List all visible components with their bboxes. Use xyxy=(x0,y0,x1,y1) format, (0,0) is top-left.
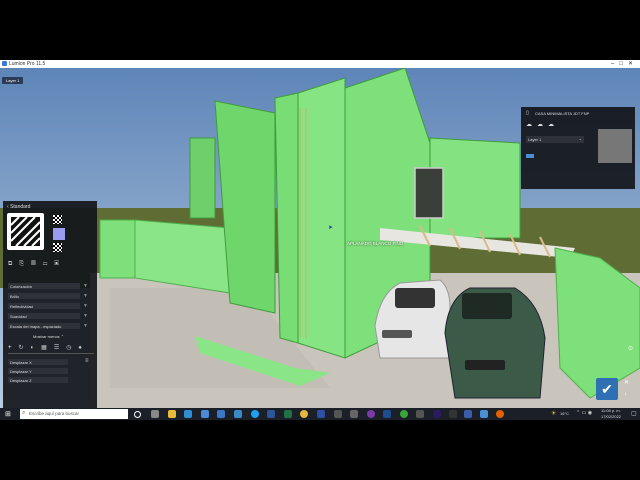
window-opening xyxy=(414,167,444,219)
normal-map-icon[interactable] xyxy=(53,243,62,252)
app-icon[interactable] xyxy=(334,410,342,418)
weather-icon[interactable]: ☀ xyxy=(551,410,556,417)
reset-icon[interactable]: ▼ xyxy=(83,303,88,309)
word-icon[interactable] xyxy=(267,410,275,418)
export-icon[interactable]: ☁ xyxy=(537,122,548,128)
notifications-icon[interactable]: ▢ xyxy=(631,410,637,417)
thumbnail-preview[interactable] xyxy=(598,129,632,163)
file-explorer-icon[interactable] xyxy=(168,410,176,418)
search-icon: ⌕ xyxy=(22,410,26,416)
app-icon[interactable] xyxy=(367,410,375,418)
premiere-icon[interactable] xyxy=(433,410,441,418)
weather-temp[interactable]: 16°C xyxy=(560,411,569,416)
folder-icon[interactable]: ▭ xyxy=(43,261,55,267)
material-panel-header[interactable]: ‹ Standard xyxy=(7,204,30,210)
sync-icon[interactable]: ☁ xyxy=(548,122,559,128)
clock-date[interactable]: 17/02/2022 xyxy=(601,414,621,419)
reset-icon[interactable]: ▼ xyxy=(83,323,88,329)
search-input[interactable]: Escribe aquí para buscar xyxy=(20,409,128,419)
revit-icon[interactable] xyxy=(464,410,472,418)
maximize-icon[interactable]: □ xyxy=(619,61,628,67)
reset-icon[interactable]: ▼ xyxy=(83,283,88,289)
window-controls[interactable]: –□✕ xyxy=(611,60,638,67)
offset-z[interactable]: Desplazar Z xyxy=(8,377,68,384)
list-icon[interactable]: ≡ xyxy=(85,358,89,364)
offset-y[interactable]: Desplazar Y xyxy=(8,368,68,375)
window-title: Lumion Pro 11.5 xyxy=(9,61,46,67)
car-green xyxy=(444,287,546,399)
app-icon[interactable] xyxy=(416,410,424,418)
close-icon[interactable]: ✕ xyxy=(628,61,638,67)
windows-start-icon[interactable]: ⊞ xyxy=(5,410,11,418)
copy-icon[interactable]: ⧉ xyxy=(8,261,19,267)
add-icon[interactable]: + xyxy=(8,345,19,351)
skype-icon[interactable] xyxy=(251,410,259,418)
media-icon[interactable] xyxy=(449,410,457,418)
material-tabs: +↻◐▦☰◷♠ xyxy=(8,344,94,351)
chevron-down-icon: ⌄ xyxy=(578,136,582,141)
checkmark-icon: ✔ xyxy=(601,381,613,397)
confirm-button[interactable]: ✔ xyxy=(596,378,618,400)
material-type-label: Standard xyxy=(10,204,31,210)
app-icon[interactable] xyxy=(383,410,391,418)
prop-smoothness[interactable]: Suavidad ▼ xyxy=(8,313,88,320)
clock-icon[interactable]: ◷ xyxy=(66,345,78,351)
taskbar: ⊞ Escribe aquí para buscar ⌕ ☀ 16°C ⌃ ▭ … xyxy=(0,408,640,420)
material-preview[interactable] xyxy=(7,213,44,250)
settings-small-icon[interactable]: ⊙ xyxy=(628,345,633,352)
cortana-icon[interactable] xyxy=(134,411,141,418)
reset-icon[interactable]: ▼ xyxy=(83,313,88,319)
cancel-icon[interactable]: ✕ xyxy=(624,379,629,386)
contrast-icon[interactable]: ◐ xyxy=(31,345,42,351)
chrome-icon[interactable] xyxy=(300,410,308,418)
import-icon[interactable]: ☁ xyxy=(526,122,537,128)
offset-x[interactable]: Desplazar X xyxy=(8,359,68,366)
project-panel: ▯ CASA MINIMALISTA JDT FNP ☁☁☁ Layer 1 ⌄ xyxy=(521,107,635,189)
prop-brightness[interactable]: Brillo ▼ xyxy=(8,293,88,300)
info-icon[interactable]: ↓ xyxy=(624,391,627,397)
layer-tab[interactable]: Layer 1 xyxy=(2,77,24,84)
show-less-button[interactable]: Mostrar menos ⌃ xyxy=(33,334,64,339)
color-swatch[interactable] xyxy=(53,228,65,240)
photos-icon[interactable] xyxy=(234,410,242,418)
mail-icon[interactable] xyxy=(217,410,225,418)
drop-icon[interactable]: ♠ xyxy=(78,345,88,351)
clock-time[interactable]: 11:08 p. m. xyxy=(601,408,621,413)
edge-icon[interactable] xyxy=(184,410,192,418)
lumion-icon[interactable] xyxy=(480,410,488,418)
save-icon[interactable]: ▣ xyxy=(54,261,66,267)
grid-icon[interactable]: ▦ xyxy=(41,345,54,351)
prop-map-scale[interactable]: Escala del mapa - espaciado ▼ xyxy=(8,323,88,330)
store-icon[interactable] xyxy=(201,410,209,418)
layer-indicator[interactable] xyxy=(526,154,534,158)
library-icon[interactable]: ▤ xyxy=(31,261,43,267)
task-view-icon[interactable] xyxy=(151,410,159,418)
prop-colorization[interactable]: Colorización ▼ xyxy=(8,283,88,290)
file-icon: ▯ xyxy=(526,110,529,116)
texture-map-icon[interactable] xyxy=(53,215,62,224)
title-bar: Lumion Pro 11.5 –□✕ xyxy=(0,60,640,68)
project-name: CASA MINIMALISTA JDT FNP xyxy=(535,111,590,116)
revit-icon[interactable] xyxy=(317,410,325,418)
reset-icon[interactable]: ▼ xyxy=(83,293,88,299)
app-icon[interactable] xyxy=(350,410,358,418)
screen: Lumion Pro 11.5 –□✕ Layer 1 APLANADO BLA… xyxy=(0,60,640,420)
xbox-icon[interactable] xyxy=(400,410,408,418)
material-panel: ‹ Standard ⧉⎘▤▭▣ Colorización ▼ Brillo ▼ R… xyxy=(3,201,97,412)
paste-icon[interactable]: ⎘ xyxy=(19,261,31,267)
rotate-icon[interactable]: ↻ xyxy=(19,345,31,351)
app-logo-icon xyxy=(2,61,7,66)
prop-reflectivity[interactable]: Reflectividad ▼ xyxy=(8,303,88,310)
boundary-wall-left xyxy=(99,219,136,279)
cursor-icon: ➤ xyxy=(328,225,334,231)
project-actions: ☁☁☁ xyxy=(526,121,559,128)
material-toolbar: ⧉⎘▤▭▣ xyxy=(8,261,66,268)
excel-icon[interactable] xyxy=(284,410,292,418)
material-label: APLANADO BLANCO FINO xyxy=(347,241,404,246)
3d-viewport[interactable]: Layer 1 APLANADO BLANCO FINO ➤ ▬ ⤢ ⊙ ✔ ✕… xyxy=(0,68,640,412)
firefox-icon[interactable] xyxy=(496,410,504,418)
system-tray[interactable]: ⌃ ▭ ◉ xyxy=(576,410,592,416)
sliders-icon[interactable]: ☰ xyxy=(54,345,66,351)
layer-select[interactable]: Layer 1 ⌄ xyxy=(526,136,584,143)
